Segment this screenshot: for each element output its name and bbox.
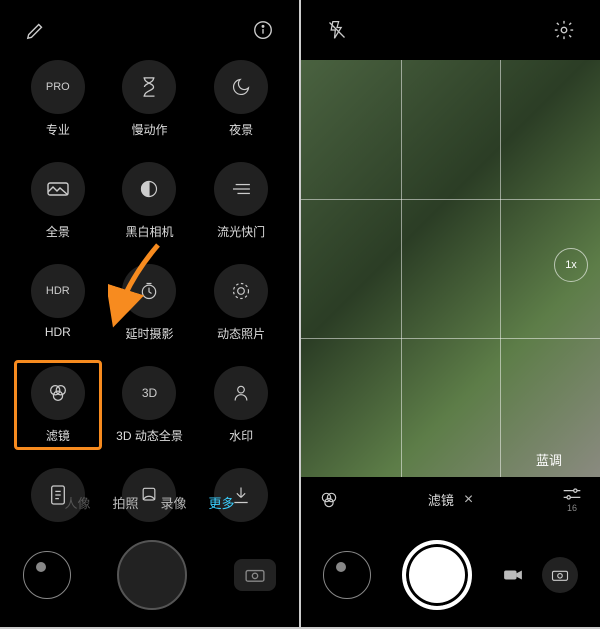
filter-icon bbox=[31, 366, 85, 420]
mode-PRO[interactable]: PRO 专业 bbox=[18, 60, 98, 138]
settings-icon[interactable] bbox=[548, 14, 580, 46]
mode-label: HDR bbox=[45, 325, 71, 339]
grid-line bbox=[301, 338, 600, 339]
top-bar bbox=[0, 0, 299, 60]
mode-label: 滤镜 bbox=[46, 427, 70, 444]
mode-slit[interactable]: 流光快门 bbox=[201, 162, 281, 240]
shutter-button[interactable] bbox=[402, 540, 472, 610]
mode-label: 延时摄影 bbox=[125, 325, 173, 342]
edit-icon[interactable] bbox=[20, 14, 52, 46]
tab-录像[interactable]: 录像 bbox=[161, 493, 187, 512]
timelapse-icon bbox=[122, 264, 176, 318]
PRO-icon: PRO bbox=[31, 60, 85, 114]
adjust-value: 16 bbox=[567, 503, 577, 513]
watermark-icon bbox=[214, 366, 268, 420]
mode-tabs: 人像 拍照 录像 更多 bbox=[0, 493, 299, 512]
bottom-bar bbox=[0, 522, 299, 627]
mode-label: 慢动作 bbox=[131, 121, 167, 138]
mode-timelapse[interactable]: 延时摄影 bbox=[110, 264, 190, 342]
mode-label: 全景 bbox=[46, 223, 70, 240]
3D-icon: 3D bbox=[122, 366, 176, 420]
bottom-bar bbox=[301, 522, 600, 627]
zoom-toggle[interactable]: 1x bbox=[554, 248, 588, 282]
filter-bar: 滤镜 × 16 bbox=[301, 477, 600, 522]
filter-title: 滤镜 bbox=[428, 490, 454, 509]
live-icon bbox=[214, 264, 268, 318]
mode-HDR[interactable]: HDR HDR bbox=[18, 264, 98, 342]
slit-icon bbox=[214, 162, 268, 216]
flash-off-icon[interactable] bbox=[321, 14, 353, 46]
mode-label: 专业 bbox=[46, 121, 70, 138]
moon-icon bbox=[214, 60, 268, 114]
filter-icon[interactable] bbox=[319, 490, 339, 510]
grid-line bbox=[401, 60, 402, 477]
pano-icon bbox=[31, 162, 85, 216]
HDR-icon: HDR bbox=[31, 264, 85, 318]
mode-label: 水印 bbox=[229, 427, 253, 444]
top-bar bbox=[301, 0, 600, 60]
camera-viewfinder-screen: 1x 蓝调 滤镜 × 16 bbox=[301, 0, 600, 627]
tab-更多[interactable]: 更多 bbox=[209, 493, 235, 512]
mode-label: 动态照片 bbox=[217, 325, 265, 342]
mode-moon[interactable]: 夜景 bbox=[201, 60, 281, 138]
modes-grid: PRO专业慢动作夜景全景黑白相机流光快门HDRHDR延时摄影动态照片滤镜3D3D… bbox=[0, 60, 299, 546]
filter-title-close[interactable]: 滤镜 × bbox=[428, 490, 473, 509]
video-mode-icon[interactable] bbox=[502, 567, 524, 583]
slowmo-icon bbox=[122, 60, 176, 114]
mode-label: 3D 动态全景 bbox=[116, 427, 183, 444]
mode-3D[interactable]: 3D 3D 动态全景 bbox=[110, 366, 190, 444]
lens-switch-button[interactable] bbox=[23, 551, 71, 599]
grid-line bbox=[500, 60, 501, 477]
tab-拍照[interactable]: 拍照 bbox=[112, 493, 138, 512]
mode-filter[interactable]: 滤镜 bbox=[18, 366, 98, 444]
camera-modes-screen: PRO专业慢动作夜景全景黑白相机流光快门HDRHDR延时摄影动态照片滤镜3D3D… bbox=[0, 0, 299, 627]
mode-live[interactable]: 动态照片 bbox=[201, 264, 281, 342]
viewfinder[interactable]: 1x 蓝调 bbox=[301, 60, 600, 477]
contrast-icon bbox=[122, 162, 176, 216]
adjust-sliders-button[interactable]: 16 bbox=[562, 487, 582, 513]
grid-line bbox=[301, 199, 600, 200]
current-filter-label: 蓝调 bbox=[536, 450, 562, 469]
mode-label: 流光快门 bbox=[217, 223, 265, 240]
flip-camera-button[interactable] bbox=[234, 559, 276, 591]
lens-switch-button[interactable] bbox=[323, 551, 371, 599]
flip-camera-button[interactable] bbox=[542, 557, 578, 593]
shutter-button[interactable] bbox=[117, 540, 187, 610]
mode-slowmo[interactable]: 慢动作 bbox=[110, 60, 190, 138]
mode-label: 黑白相机 bbox=[125, 223, 173, 240]
tab-人像[interactable]: 人像 bbox=[64, 493, 90, 512]
mode-contrast[interactable]: 黑白相机 bbox=[110, 162, 190, 240]
mode-watermark[interactable]: 水印 bbox=[201, 366, 281, 444]
mode-pano[interactable]: 全景 bbox=[18, 162, 98, 240]
close-icon[interactable]: × bbox=[464, 491, 473, 509]
mode-label: 夜景 bbox=[229, 121, 253, 138]
info-icon[interactable] bbox=[247, 14, 279, 46]
